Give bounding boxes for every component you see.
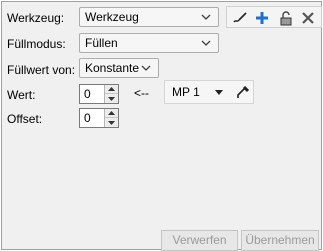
- plus-icon[interactable]: [253, 9, 271, 27]
- offset-spinbox[interactable]: 0: [79, 108, 119, 128]
- tool-toolbar: [226, 6, 322, 28]
- close-icon[interactable]: [299, 9, 317, 27]
- wert-label: Wert:: [7, 88, 36, 102]
- verwerfen-button[interactable]: Verwerfen: [161, 230, 238, 251]
- spin-down-icon[interactable]: [105, 118, 118, 127]
- wert-spin-buttons: [104, 85, 118, 103]
- lock-icon[interactable]: [277, 9, 295, 27]
- eyedropper-icon[interactable]: [235, 84, 251, 100]
- spin-up-icon[interactable]: [105, 85, 118, 94]
- offset-spin-buttons: [104, 109, 118, 127]
- fuellmodus-combobox[interactable]: Füllen: [79, 33, 219, 53]
- werkzeug-label: Werkzeug:: [7, 11, 65, 25]
- arrow-text: <--: [134, 86, 149, 100]
- caret-down-icon: [215, 81, 223, 103]
- offset-label: Offset:: [7, 112, 43, 126]
- mp-selector[interactable]: MP 1: [164, 80, 254, 104]
- mp-select-value: MP 1: [172, 85, 200, 99]
- tool-panel: Werkzeug: Werkzeug Füllmodus: Füllen Fül…: [1, 1, 322, 251]
- fuellmodus-value: Füllen: [85, 36, 118, 50]
- wert-value: 0: [84, 87, 91, 101]
- fuellwert-von-label: Füllwert von:: [7, 63, 76, 77]
- werkzeug-value: Werkzeug: [85, 10, 139, 24]
- brush-icon[interactable]: [231, 9, 249, 27]
- chevron-down-icon: [200, 34, 212, 52]
- werkzeug-combobox[interactable]: Werkzeug: [79, 7, 219, 27]
- chevron-down-icon: [140, 59, 152, 77]
- spin-down-icon[interactable]: [105, 94, 118, 103]
- chevron-down-icon: [200, 8, 212, 26]
- offset-value: 0: [84, 111, 91, 125]
- fuellwert-von-combobox[interactable]: Konstante: [79, 58, 159, 78]
- fuellmodus-label: Füllmodus:: [7, 37, 66, 51]
- fuellwert-von-value: Konstante: [85, 61, 140, 75]
- wert-spinbox[interactable]: 0: [79, 84, 119, 104]
- spin-up-icon[interactable]: [105, 109, 118, 118]
- uebernehmen-button[interactable]: Übernehmen: [241, 230, 319, 251]
